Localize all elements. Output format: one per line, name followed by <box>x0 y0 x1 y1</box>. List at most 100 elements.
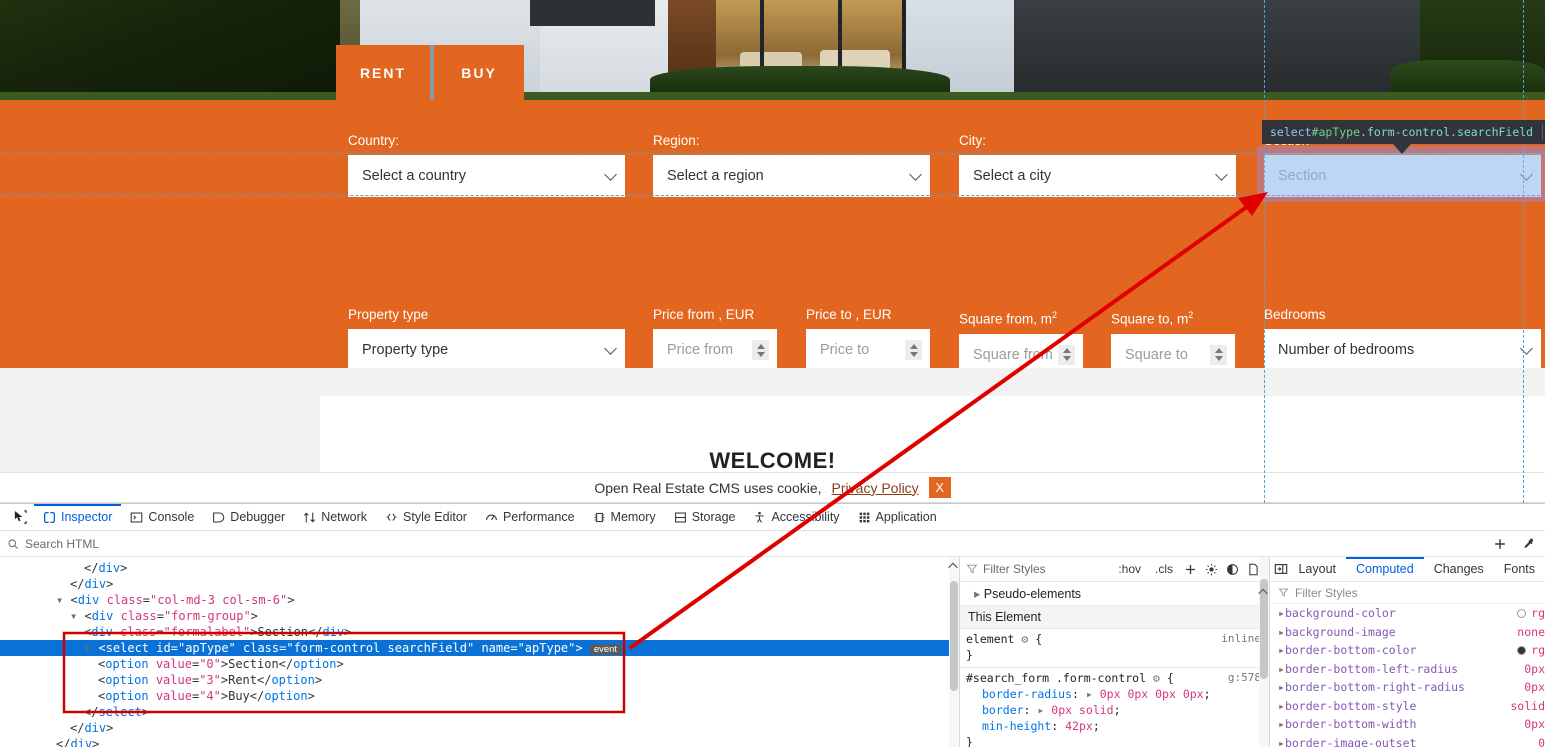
dom-node[interactable]: </div> <box>0 576 959 592</box>
css-rule[interactable]: g:578#search_form .form-control ⚙ {borde… <box>960 668 1269 747</box>
chevron-right-icon[interactable]: ▸ <box>1278 736 1285 747</box>
class-state-button[interactable]: .cls <box>1149 562 1179 576</box>
chevron-down-icon <box>604 168 617 181</box>
tab-buy[interactable]: BUY <box>434 45 524 100</box>
devtools-tab-console[interactable]: Console <box>121 504 203 531</box>
number-stepper-icon[interactable] <box>1058 345 1075 365</box>
dark-mode-icon[interactable] <box>1226 563 1239 576</box>
dom-node[interactable]: </div> <box>0 720 959 736</box>
computed-property-row[interactable]: ▸border-bottom-right-radius0px <box>1270 678 1545 697</box>
chevron-right-icon[interactable]: ▸ <box>1278 606 1285 620</box>
hover-state-button[interactable]: :hov <box>1112 562 1147 576</box>
chevron-right-icon[interactable]: ▸ <box>1278 680 1285 694</box>
devtools-tab-style-editor[interactable]: Style Editor <box>376 504 476 531</box>
devtools-tab-inspector[interactable]: Inspector <box>34 504 121 531</box>
eyedropper-icon[interactable] <box>1521 537 1535 551</box>
css-value[interactable]: 0px solid <box>1051 703 1113 717</box>
css-value[interactable]: 42px <box>1065 719 1093 733</box>
select-country[interactable]: Select a country <box>348 155 625 197</box>
devtools-tab-network[interactable]: Network <box>294 504 376 531</box>
hero-image <box>0 0 1545 100</box>
devtools-tab-performance[interactable]: Performance <box>476 504 584 531</box>
devtools-tab-debugger[interactable]: Debugger <box>203 504 294 531</box>
rules-scroll-up-arrow-icon[interactable] <box>1256 585 1270 599</box>
number-stepper-icon[interactable] <box>905 340 922 360</box>
dom-scrollbar[interactable] <box>949 557 959 747</box>
chevron-right-icon[interactable]: ▸ <box>1278 625 1285 639</box>
computed-property-row[interactable]: ▸background-imagenone <box>1270 623 1545 642</box>
dom-tree-pane[interactable]: </div></div>▾ <div class="col-md-3 col-s… <box>0 557 960 747</box>
css-property[interactable]: min-height <box>966 719 1051 733</box>
tab-rent-label: RENT <box>360 65 406 81</box>
scroll-up-arrow-icon[interactable] <box>946 559 960 573</box>
computed-filter-placeholder: Filter Styles <box>1295 586 1358 600</box>
light-mode-icon[interactable] <box>1205 563 1218 576</box>
chevron-right-icon[interactable]: ▸ <box>1278 643 1285 657</box>
computed-filter-bar[interactable]: Filter Styles <box>1270 582 1545 604</box>
label-price-to: Price to , EUR <box>806 307 930 323</box>
computed-property-row[interactable]: ▸border-bottom-colorrg <box>1270 641 1545 660</box>
css-property[interactable]: border <box>966 703 1024 717</box>
add-rule-icon[interactable] <box>1184 563 1197 576</box>
dom-node[interactable]: ▾ <div class="col-md-3 col-sm-6"> <box>0 592 959 608</box>
element-picker-button[interactable] <box>6 510 34 525</box>
dom-search-bar[interactable]: Search HTML <box>0 531 1545 557</box>
chevron-right-icon[interactable]: ▸ <box>1278 699 1285 713</box>
computed-property-row[interactable]: ▸border-bottom-left-radius0px <box>1270 660 1545 679</box>
toggle-sidebar-button[interactable] <box>1274 562 1288 576</box>
add-node-icon[interactable] <box>1493 537 1507 551</box>
dom-node[interactable]: </div> <box>0 560 959 576</box>
computed-property-value: none <box>1517 625 1545 639</box>
css-rule[interactable]: inlineelement ⚙ {} <box>960 629 1269 668</box>
devtools-tab-application[interactable]: Application <box>849 504 946 531</box>
dom-node[interactable]: </div> <box>0 736 959 747</box>
number-stepper-icon[interactable] <box>752 340 769 360</box>
dom-node[interactable]: <option value="3">Rent</option> <box>0 672 959 688</box>
input-price-from[interactable]: Price from <box>653 329 777 371</box>
devtools-tab-memory[interactable]: Memory <box>584 504 665 531</box>
dom-node-selected[interactable]: ▾ <select id="apType" class="form-contro… <box>0 640 959 656</box>
chevron-right-icon[interactable]: ▸ <box>1278 717 1285 731</box>
privacy-policy-link[interactable]: Privacy Policy <box>832 480 919 496</box>
chevron-right-icon[interactable]: ▸ <box>1278 662 1285 676</box>
input-price-from-placeholder: Price from <box>667 342 733 358</box>
css-value[interactable]: 0px 0px 0px 0px <box>1100 687 1204 701</box>
computed-property-value: 0px <box>1524 680 1545 694</box>
devtools-tab-accessibility[interactable]: Accessibility <box>744 504 848 531</box>
select-property-type[interactable]: Property type <box>348 329 625 371</box>
rule-selector[interactable]: #search_form .form-control <box>966 671 1146 685</box>
tab-rent[interactable]: RENT <box>336 45 430 100</box>
computed-tab-changes[interactable]: Changes <box>1424 557 1494 582</box>
devtools-tab-storage[interactable]: Storage <box>665 504 745 531</box>
computed-property-row[interactable]: ▸border-bottom-stylesolid <box>1270 697 1545 716</box>
dom-node[interactable]: <option value="0">Section</option> <box>0 656 959 672</box>
computed-properties-list: ▸background-colorrg▸background-imagenone… <box>1270 604 1545 747</box>
computed-tab-layout[interactable]: Layout <box>1288 557 1346 582</box>
dom-scrollbar-thumb[interactable] <box>950 581 958 691</box>
dom-node[interactable]: ▾ <div class="form-group"> <box>0 608 959 624</box>
computed-property-row[interactable]: ▸border-image-outset0 <box>1270 734 1545 747</box>
computed-property-row[interactable]: ▸background-colorrg <box>1270 604 1545 623</box>
dom-node[interactable]: <option value="4">Buy</option> <box>0 688 959 704</box>
event-badge[interactable]: event <box>590 644 621 655</box>
rule-source[interactable]: inline <box>1221 631 1261 647</box>
input-price-to[interactable]: Price to <box>806 329 930 371</box>
rule-selector[interactable]: element <box>966 632 1014 646</box>
select-city[interactable]: Select a city <box>959 155 1236 197</box>
label-bedrooms: Bedrooms <box>1264 307 1541 323</box>
pseudo-elements-section[interactable]: ▸ Pseudo-elements <box>960 582 1269 606</box>
computed-tab-fonts[interactable]: Fonts <box>1494 557 1545 582</box>
computed-property-row[interactable]: ▸border-bottom-width0px <box>1270 715 1545 734</box>
dom-node[interactable]: </select> <box>0 704 959 720</box>
computed-tab-computed[interactable]: Computed <box>1346 557 1424 582</box>
select-bedrooms[interactable]: Number of bedrooms <box>1264 329 1541 371</box>
dom-node[interactable]: <div class="formalabel">Section</div> <box>0 624 959 640</box>
highlight-tooltip-arrow <box>1393 144 1411 154</box>
computed-property-name: border-bottom-width <box>1285 717 1417 731</box>
css-property[interactable]: border-radius <box>966 687 1072 701</box>
select-region[interactable]: Select a region <box>653 155 930 197</box>
search-mode-tabs: RENT BUY <box>336 45 524 100</box>
cookie-close-button[interactable]: X <box>929 477 951 498</box>
number-stepper-icon[interactable] <box>1210 345 1227 365</box>
rule-source[interactable]: g:578 <box>1228 670 1261 686</box>
